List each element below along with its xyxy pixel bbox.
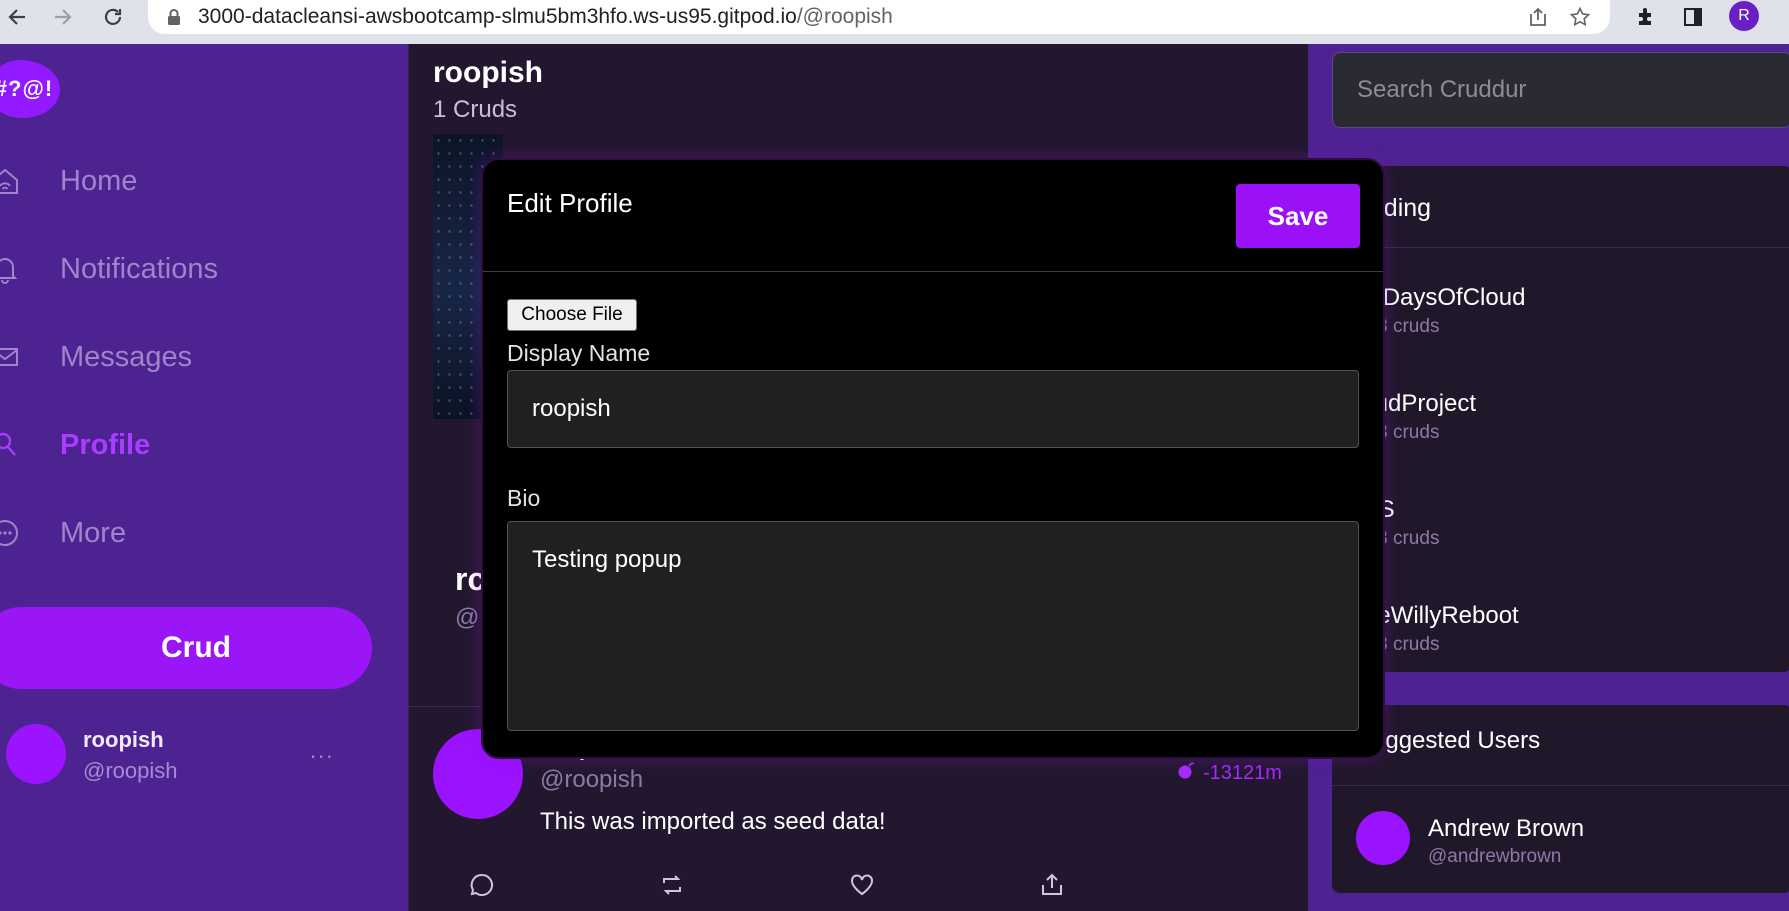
divider bbox=[483, 271, 1383, 272]
display-name-label: Display Name bbox=[507, 340, 651, 366]
bio-label: Bio bbox=[507, 485, 541, 511]
side-panel-icon[interactable] bbox=[1676, 2, 1710, 32]
url-text: 3000-datacleansi-awsbootcamp-slmu5bm3hfo… bbox=[198, 5, 893, 29]
browser-profile-avatar[interactable]: R bbox=[1729, 1, 1759, 31]
reload-icon[interactable] bbox=[96, 2, 130, 32]
extensions-icon[interactable] bbox=[1629, 2, 1663, 32]
display-name-input[interactable] bbox=[507, 370, 1359, 448]
choose-file-button[interactable]: Choose File bbox=[507, 299, 637, 331]
edit-profile-modal: Edit Profile Save Choose File Display Na… bbox=[483, 160, 1383, 757]
lock-icon bbox=[164, 7, 184, 27]
share-icon[interactable] bbox=[1523, 3, 1553, 31]
modal-overlay[interactable]: Edit Profile Save Choose File Display Na… bbox=[0, 44, 1789, 911]
url-host: 3000-datacleansi-awsbootcamp-slmu5bm3hfo… bbox=[198, 5, 797, 28]
save-button[interactable]: Save bbox=[1236, 184, 1360, 248]
forward-icon[interactable] bbox=[46, 2, 80, 32]
url-path: /@roopish bbox=[796, 5, 893, 28]
back-icon[interactable] bbox=[0, 2, 34, 32]
browser-toolbar: 3000-datacleansi-awsbootcamp-slmu5bm3hfo… bbox=[0, 0, 1789, 44]
bio-textarea[interactable]: Testing popup bbox=[507, 521, 1359, 731]
modal-title: Edit Profile bbox=[507, 188, 633, 218]
address-bar[interactable]: 3000-datacleansi-awsbootcamp-slmu5bm3hfo… bbox=[148, 0, 1610, 34]
star-icon[interactable] bbox=[1565, 3, 1595, 31]
